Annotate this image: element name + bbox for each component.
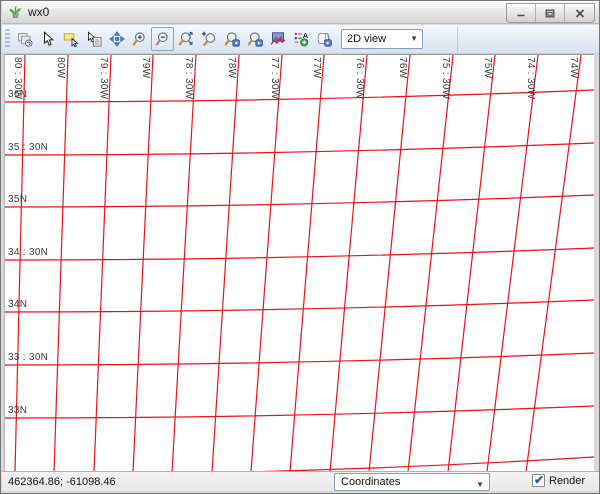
latitude-label: 34N [8,299,27,310]
longitude-label: 74 : 30W [525,57,536,99]
select-list-icon [86,31,102,47]
longitude-label: 79 : 30W [98,57,109,99]
zoom-in-icon [132,31,148,47]
app-icon [8,5,23,20]
coordinate-mode-value: Coordinates [341,476,400,488]
window-controls [506,3,595,23]
meridian-line [408,55,453,471]
latitude-label: 33N [8,405,27,416]
parallel-line [5,90,594,102]
coordinate-mode-select[interactable]: Coordinates ▼ [334,473,490,491]
latitude-label: 35N [8,194,27,205]
minimize-icon [516,9,526,18]
select-region-icon [63,31,79,47]
longitude-label: 76 : 30W [354,57,365,99]
zoom-in-button[interactable] [128,27,151,51]
zoom-full-extent-button[interactable] [174,27,197,51]
zoom-next-icon [247,31,263,47]
parallel-line [5,406,594,418]
histogram-icon [270,31,286,47]
zoom-out-button[interactable] [151,27,174,51]
histogram-button[interactable] [266,27,289,51]
pan-icon [109,31,125,47]
toolbar-grip[interactable] [5,29,10,49]
longitude-label: 75 : 30W [440,57,451,99]
maximize-icon [545,9,555,18]
longitude-label: 76W [397,57,408,78]
parallel-line [5,195,594,207]
zoom-next-button[interactable] [243,27,266,51]
pan-button[interactable] [105,27,128,51]
longitude-label: 80W [55,57,66,78]
status-bar: 462364.86; -61098.46 Coordinates ▼ ✔ Ren… [2,471,600,491]
check-icon: ✔ [534,473,544,487]
annotation-icon: A [293,31,309,47]
longitude-label: 79W [140,57,151,78]
longitude-label: 75W [482,57,493,78]
longitude-label: 77W [311,57,322,78]
longitude-label: 74W [568,57,579,78]
render-toggle[interactable]: ✔ Render [532,474,585,487]
parallel-line [5,143,594,155]
cursor-icon [40,31,56,47]
meridian-line [290,55,324,471]
latitude-label: 35 : 30N [8,142,48,153]
zoom-previous-icon [224,31,240,47]
title-bar[interactable]: wx0 [2,1,600,24]
meridian-line [133,55,153,471]
latitude-label: 33 : 30N [8,352,48,363]
view-mode-select[interactable]: 2D view ▼ [341,29,423,49]
latitude-label: 36N [8,89,27,100]
map-view[interactable]: 80 : 30W80W79 : 30W79W78 : 30W78W77 : 30… [4,54,594,471]
duplicate-view-button[interactable] [13,27,36,51]
meridian-line [369,55,410,471]
render-checkbox[interactable]: ✔ [532,474,545,487]
close-icon [575,9,585,18]
coordinate-readout: 462364.86; -61098.46 [8,476,116,488]
close-button[interactable] [565,4,594,22]
select-list-button[interactable] [82,27,105,51]
maximize-button[interactable] [536,4,565,22]
zoom-out-icon [155,31,171,47]
parallel-line [5,248,594,260]
longitude-label: 78 : 30W [183,57,194,99]
meridian-line [251,55,282,471]
parallel-line [5,457,594,471]
minimize-button[interactable] [507,4,536,22]
parallel-line [5,300,594,312]
zoom-window-icon [201,31,217,47]
toolbar-divider [457,27,458,52]
app-window: wx0 [0,0,600,494]
window-title: wx0 [28,5,49,19]
meridian-line [54,55,68,471]
meridian-line [212,55,239,471]
meridian-line [448,55,495,471]
zoom-window-button[interactable] [197,27,220,51]
meridian-line [526,55,581,471]
duplicate-view-icon [17,31,33,47]
select-region-button[interactable] [59,27,82,51]
render-label: Render [549,475,585,487]
longitude-label: 78W [226,57,237,78]
longitude-label: 77 : 30W [269,57,280,99]
latitude-label: 34 : 30N [8,247,48,258]
toolbar: A 2D view ▼ [2,25,600,54]
zoom-full-extent-icon [178,31,194,47]
select-cursor-button[interactable] [36,27,59,51]
meridian-line [330,55,367,471]
view-mode-value: 2D view [347,33,386,45]
chevron-down-icon: ▼ [410,34,418,43]
layer-manager-button[interactable] [312,27,335,51]
meridian-line [172,55,196,471]
meridian-line [94,55,111,471]
annotation-button[interactable]: A [289,27,312,51]
layer-manager-icon [316,31,332,47]
graticule [5,55,594,471]
zoom-previous-button[interactable] [220,27,243,51]
